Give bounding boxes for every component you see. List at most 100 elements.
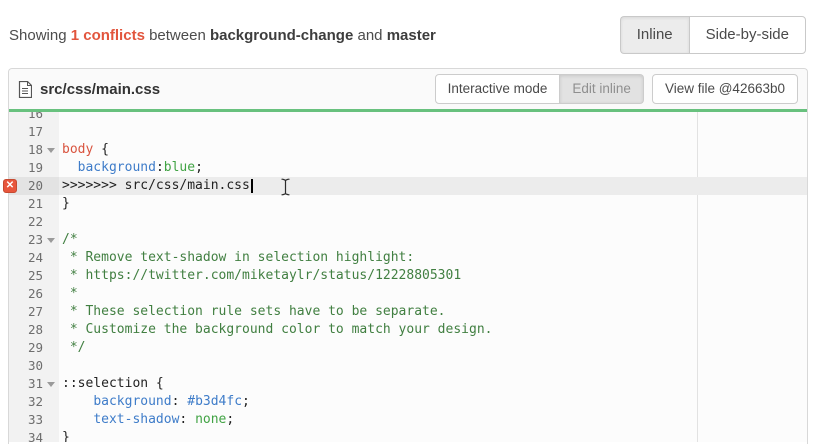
gutter-cell: 16 <box>9 112 59 123</box>
line-number: 29 <box>9 339 43 357</box>
code-line[interactable]: 29 */ <box>9 339 807 357</box>
code-line[interactable]: 33 text-shadow: none; <box>9 411 807 429</box>
summary-and: and <box>353 27 386 44</box>
code-line[interactable]: 19 background:blue; <box>9 159 807 177</box>
line-number: 33 <box>9 411 43 429</box>
gutter-cell: 34 <box>9 429 59 442</box>
line-number: 21 <box>9 195 43 213</box>
edit-inline-button[interactable]: Edit inline <box>560 74 644 104</box>
gutter-cell: 24 <box>9 249 59 267</box>
branch-name-source: background-change <box>210 27 353 44</box>
document-icon <box>18 81 32 98</box>
code-text[interactable]: text-shadow: none; <box>59 411 807 429</box>
line-number: 23 <box>9 231 43 249</box>
code-text[interactable]: * Customize the background color to matc… <box>59 321 807 339</box>
code-text[interactable]: background:blue; <box>59 159 807 177</box>
line-number: 16 <box>9 112 43 123</box>
conflict-summary-text: Showing 1 conflicts between background-c… <box>9 27 436 44</box>
code-line[interactable]: 27 * These selection rule sets have to b… <box>9 303 807 321</box>
summary-between: between <box>145 27 210 44</box>
line-number: 24 <box>9 249 43 267</box>
code-line[interactable]: 17 <box>9 123 807 141</box>
interactive-mode-button[interactable]: Interactive mode <box>435 74 561 104</box>
fold-arrow-icon[interactable] <box>47 382 55 387</box>
gutter-cell: 33 <box>9 411 59 429</box>
line-number: 17 <box>9 123 43 141</box>
line-number: 27 <box>9 303 43 321</box>
code-line[interactable]: 31::selection { <box>9 375 807 393</box>
code-text[interactable] <box>59 213 807 231</box>
gutter-cell: 28 <box>9 321 59 339</box>
line-number: 30 <box>9 357 43 375</box>
fold-arrow-icon[interactable] <box>47 148 55 153</box>
file-panel: src/css/main.css Interactive mode Edit i… <box>8 68 808 444</box>
gutter-cell: 26 <box>9 285 59 303</box>
line-number: 32 <box>9 393 43 411</box>
file-name: src/css/main.css <box>40 81 160 98</box>
fold-slot <box>43 148 59 153</box>
view-mode-toggle: Inline Side-by-side <box>620 16 806 54</box>
fold-arrow-icon[interactable] <box>47 238 55 243</box>
code-line[interactable]: 30 <box>9 357 807 375</box>
line-number: 19 <box>9 159 43 177</box>
code-text[interactable]: * <box>59 285 807 303</box>
gutter-cell: 18 <box>9 141 59 159</box>
gutter-cell: 31 <box>9 375 59 393</box>
gutter-cell: 27 <box>9 303 59 321</box>
line-number: 34 <box>9 429 43 442</box>
gutter-cell: 21 <box>9 195 59 213</box>
gutter-cell: 22 <box>9 213 59 231</box>
line-number: 31 <box>9 375 43 393</box>
code-line[interactable]: 28 * Customize the background color to m… <box>9 321 807 339</box>
gutter-cell: 17 <box>9 123 59 141</box>
summary-prefix: Showing <box>9 27 71 44</box>
code-line[interactable]: 20>>>>>>> src/css/main.css <box>9 177 807 195</box>
editor-viewport: 161718body {19 background:blue;20>>>>>>>… <box>9 112 807 442</box>
line-number: 26 <box>9 285 43 303</box>
gutter-cell: 29 <box>9 339 59 357</box>
line-number: 22 <box>9 213 43 231</box>
code-text[interactable]: * These selection rule sets have to be s… <box>59 303 807 321</box>
code-text[interactable]: ::selection { <box>59 375 807 393</box>
code-text[interactable]: * https://twitter.com/miketaylr/status/1… <box>59 267 807 285</box>
code-text[interactable]: background: #b3d4fc; <box>59 393 807 411</box>
code-text[interactable]: * Remove text-shadow in selection highli… <box>59 249 807 267</box>
fold-slot <box>43 382 59 387</box>
code-text[interactable]: } <box>59 195 807 213</box>
code-line[interactable]: 26 * <box>9 285 807 303</box>
gutter-cell: 19 <box>9 159 59 177</box>
fold-slot <box>43 238 59 243</box>
line-number: 25 <box>9 267 43 285</box>
file-header-actions: Interactive mode Edit inline View file @… <box>435 74 798 104</box>
file-title: src/css/main.css <box>18 81 435 98</box>
conflict-x-icon: ✕ <box>6 181 14 191</box>
inline-view-button[interactable]: Inline <box>620 16 689 54</box>
code-line[interactable]: 32 background: #b3d4fc; <box>9 393 807 411</box>
view-file-button[interactable]: View file @42663b0 <box>652 74 798 104</box>
code-line[interactable]: 18body { <box>9 141 807 159</box>
code-line[interactable]: 23 /* <box>9 231 807 249</box>
code-line[interactable]: 24 * Remove text-shadow in selection hig… <box>9 249 807 267</box>
code-text[interactable] <box>59 123 807 141</box>
code-line[interactable]: 21} <box>9 195 807 213</box>
code-text[interactable] <box>59 357 807 375</box>
conflict-summary-bar: Showing 1 conflicts between background-c… <box>0 0 816 68</box>
side-by-side-view-button[interactable]: Side-by-side <box>689 16 806 54</box>
code-text[interactable]: >>>>>>> src/css/main.css <box>59 177 807 195</box>
code-text[interactable]: /* <box>59 231 807 249</box>
code-text[interactable] <box>59 112 807 123</box>
code-line[interactable]: 22 <box>9 213 807 231</box>
code-text[interactable]: */ <box>59 339 807 357</box>
code-line[interactable]: 34} <box>9 429 807 442</box>
file-header: src/css/main.css Interactive mode Edit i… <box>9 69 807 112</box>
gutter-cell: 30 <box>9 357 59 375</box>
code-text[interactable]: body { <box>59 141 807 159</box>
text-caret <box>251 179 253 193</box>
code-line[interactable]: 16 <box>9 112 807 123</box>
code-line[interactable]: 25 * https://twitter.com/miketaylr/statu… <box>9 267 807 285</box>
code-text[interactable]: } <box>59 429 807 442</box>
code-editor: 161718body {19 background:blue;20>>>>>>>… <box>9 112 807 442</box>
gutter-cell: 23 <box>9 231 59 249</box>
gutter-cell: 32 <box>9 393 59 411</box>
conflict-count: 1 conflicts <box>71 27 145 44</box>
